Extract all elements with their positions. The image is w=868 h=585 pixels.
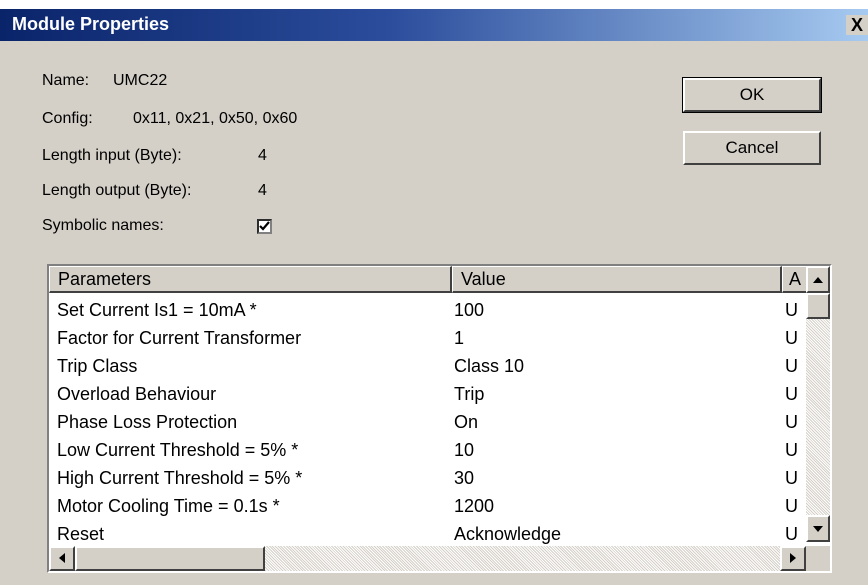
- cell-value: Class 10: [454, 356, 525, 376]
- cancel-button[interactable]: Cancel: [683, 131, 821, 165]
- cell-value: 30: [454, 468, 475, 488]
- cell-value: Acknowledge: [454, 524, 562, 544]
- table-row[interactable]: Trip Class Class 10 U: [49, 353, 798, 381]
- length-output-label: Length output (Byte):: [42, 182, 192, 199]
- close-icon[interactable]: X: [846, 15, 868, 35]
- column-header-parameters[interactable]: Parameters: [49, 266, 452, 293]
- cell-parameter: Motor Cooling Time = 0.1s *: [57, 496, 280, 516]
- cell-access: U: [785, 356, 798, 376]
- horizontal-scroll-thumb[interactable]: [75, 546, 265, 571]
- cell-parameter: Reset: [57, 524, 105, 544]
- length-output-value: 4: [258, 182, 267, 199]
- cell-parameter: Low Current Threshold = 5% *: [57, 440, 299, 460]
- cell-parameter: Overload Behaviour: [57, 384, 217, 404]
- scrollbar-corner: [806, 546, 830, 571]
- cell-access: U: [785, 468, 798, 488]
- scroll-up-button[interactable]: [806, 266, 830, 293]
- cell-access: U: [785, 496, 798, 516]
- table-row[interactable]: Reset Acknowledge U: [49, 521, 798, 549]
- cell-parameter: Phase Loss Protection: [57, 412, 238, 432]
- ok-button[interactable]: OK: [682, 77, 822, 113]
- table-row[interactable]: Factor for Current Transformer 1 U: [49, 325, 798, 353]
- column-header-value[interactable]: Value: [452, 266, 782, 293]
- cell-value: 1: [454, 328, 465, 348]
- cell-parameter: Trip Class: [57, 356, 138, 376]
- length-input-label: Length input (Byte):: [42, 147, 182, 164]
- cell-value: 1200: [454, 496, 495, 516]
- symbolic-names-label: Symbolic names:: [42, 217, 164, 234]
- horizontal-scrollbar[interactable]: [49, 546, 806, 571]
- cell-access: U: [785, 412, 798, 432]
- cell-parameter: Set Current Is1 = 10mA *: [57, 300, 257, 320]
- cell-value: 100: [454, 300, 485, 320]
- cell-value: On: [454, 412, 479, 432]
- scroll-left-button[interactable]: [49, 546, 75, 571]
- scroll-down-button[interactable]: [806, 515, 830, 542]
- config-label: Config:: [42, 110, 93, 127]
- cell-access: U: [785, 384, 798, 404]
- cell-value: Trip: [454, 384, 485, 404]
- cell-parameter: Factor for Current Transformer: [57, 328, 302, 348]
- cell-access: U: [785, 300, 798, 320]
- title-bar[interactable]: Module Properties X: [0, 9, 868, 41]
- parameters-list[interactable]: Parameters Value A Set Current Is1 = 10m…: [47, 264, 832, 573]
- triangle-down-icon: [813, 526, 823, 532]
- name-value: UMC22: [113, 72, 168, 89]
- scroll-right-button[interactable]: [780, 546, 806, 571]
- vertical-scrollbar[interactable]: [806, 266, 830, 542]
- length-input-value: 4: [258, 147, 267, 164]
- cell-access: U: [785, 440, 798, 460]
- table-row[interactable]: Phase Loss Protection On U: [49, 409, 798, 437]
- vertical-scroll-thumb[interactable]: [806, 293, 830, 319]
- table-row[interactable]: Overload Behaviour Trip U: [49, 381, 798, 409]
- cell-access: U: [785, 524, 798, 544]
- window-title: Module Properties: [12, 14, 170, 34]
- name-label: Name:: [42, 72, 90, 89]
- table-row[interactable]: Low Current Threshold = 5% * 10 U: [49, 437, 798, 465]
- config-value: 0x11, 0x21, 0x50, 0x60: [133, 110, 298, 127]
- symbolic-names-checkbox[interactable]: [257, 219, 272, 234]
- triangle-right-icon: [790, 553, 796, 563]
- top-strip: [0, 0, 868, 9]
- table-row[interactable]: High Current Threshold = 5% * 30 U: [49, 465, 798, 493]
- table-row[interactable]: Motor Cooling Time = 0.1s * 1200 U: [49, 493, 798, 521]
- table-row[interactable]: Set Current Is1 = 10mA * 100 U: [49, 297, 798, 325]
- checkmark-icon: [259, 221, 270, 231]
- cell-value: 10: [454, 440, 475, 460]
- cell-access: U: [785, 328, 798, 348]
- cell-parameter: High Current Threshold = 5% *: [57, 468, 303, 488]
- triangle-left-icon: [59, 553, 65, 563]
- triangle-up-icon: [813, 277, 823, 283]
